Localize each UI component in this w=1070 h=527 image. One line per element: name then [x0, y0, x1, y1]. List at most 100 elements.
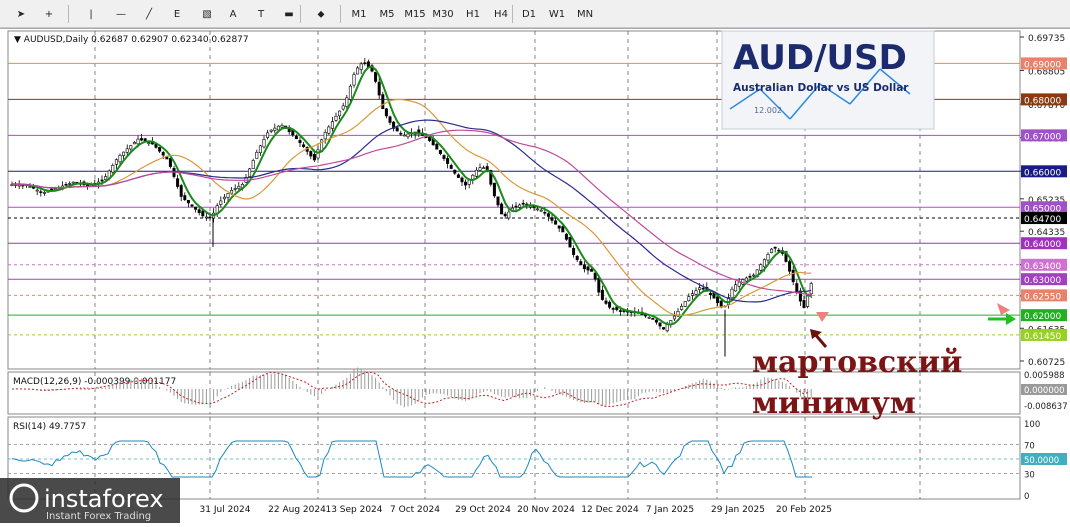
candle-body — [600, 289, 604, 300]
x-axis-label: 12 Dec 2024 — [581, 505, 639, 515]
shapes-icon[interactable]: ⬥ — [310, 3, 332, 25]
timeframe-h1[interactable]: H1 — [460, 3, 486, 25]
crosshair-icon[interactable]: + — [38, 3, 60, 25]
candle-body — [230, 190, 234, 194]
candle-body — [53, 188, 57, 190]
x-axis-label: 13 Sep 2024 — [325, 505, 382, 515]
candle-body — [518, 204, 522, 208]
horizontal-line-icon[interactable]: — — [110, 3, 132, 25]
toolbar-separator — [340, 5, 341, 23]
timeframe-m15[interactable]: M15 — [402, 3, 428, 25]
level-price-label: 0.63000 — [1024, 276, 1061, 286]
fibonacci-icon[interactable]: E — [166, 3, 188, 25]
rectangle-icon[interactable]: ▬ — [278, 3, 300, 25]
candle-body — [687, 296, 691, 302]
chart-canvas[interactable]: 0.697350.688050.678700.669350.660050.652… — [0, 29, 1070, 523]
candle-body — [316, 149, 320, 159]
rsi-tick-label: 50.0000 — [1024, 456, 1059, 466]
timeframe-d1[interactable]: D1 — [516, 3, 542, 25]
candle-body — [492, 182, 496, 197]
candle-body — [161, 152, 165, 156]
candle-body — [759, 264, 763, 271]
candle-body — [716, 296, 720, 304]
toolbar-separator — [300, 5, 301, 23]
rsi-tick-label: 100 — [1024, 420, 1040, 430]
candle-body — [125, 148, 129, 153]
candle-body — [791, 269, 795, 283]
level-price-label: 0.64000 — [1024, 240, 1061, 250]
candle-body — [186, 200, 190, 204]
timeframe-m30[interactable]: M30 — [430, 3, 456, 25]
candle-body — [809, 283, 813, 295]
candle-body — [683, 301, 687, 307]
chart-area[interactable]: 0.697350.688050.678700.669350.660050.652… — [0, 28, 1070, 523]
candle-body — [446, 158, 450, 164]
candle-body — [744, 277, 748, 282]
level-price-label: 0.63400 — [1024, 262, 1061, 272]
trendline-icon[interactable]: ╱ — [138, 3, 160, 25]
candle-body — [50, 188, 54, 191]
toolbar-separator — [68, 5, 69, 23]
candle-body — [147, 142, 151, 145]
macd-tick-label: 0.005988 — [1024, 371, 1065, 381]
level-price-label: 0.68000 — [1024, 96, 1061, 106]
cursor-icon[interactable]: ➤ — [10, 3, 32, 25]
x-axis-label: 22 Aug 2024 — [268, 505, 326, 515]
candle-body — [226, 193, 230, 198]
candle-body — [586, 266, 590, 271]
level-price-label: 0.62000 — [1024, 312, 1061, 322]
candle-body — [528, 205, 532, 208]
candle-body — [647, 317, 651, 319]
candle-body — [662, 327, 666, 330]
candle-body — [770, 248, 774, 253]
candle-body — [579, 261, 583, 266]
candle-body — [777, 249, 781, 252]
candle-body — [345, 97, 349, 107]
candle-body — [395, 127, 399, 132]
timeframe-w1[interactable]: W1 — [544, 3, 570, 25]
candle-body — [503, 213, 507, 217]
candle-body — [604, 300, 608, 304]
banner-subtitle: Australian Dollar vs US Dollar — [733, 82, 909, 94]
candle-body — [478, 167, 482, 171]
channel-icon[interactable]: ▧ — [196, 3, 218, 25]
label-icon[interactable]: T — [250, 3, 272, 25]
candle-body — [402, 134, 406, 137]
axis-tick-label: 0.64335 — [1028, 228, 1065, 238]
candle-body — [269, 129, 273, 132]
candle-body — [140, 138, 144, 141]
candle-body — [136, 138, 140, 145]
macd-label: MACD(12,26,9) -0.000399 0.001177 — [13, 377, 176, 387]
candle-body — [222, 196, 226, 200]
candle-body — [359, 63, 363, 70]
candle-body — [575, 255, 579, 261]
timeframe-m5[interactable]: M5 — [374, 3, 400, 25]
candle-body — [748, 276, 752, 278]
x-axis-label: 31 Jul 2024 — [200, 505, 251, 515]
timeframe-m1[interactable]: M1 — [346, 3, 372, 25]
candle-body — [71, 181, 75, 184]
candle-body — [752, 274, 756, 277]
candle-body — [618, 310, 622, 312]
timeframe-h4[interactable]: H4 — [488, 3, 514, 25]
candle-body — [496, 196, 500, 206]
candle-body — [255, 151, 259, 159]
candle-body — [309, 151, 313, 157]
candle-body — [802, 300, 806, 308]
candle-body — [352, 74, 356, 86]
chart-symbol-header: ▼ AUDUSD,Daily 0.62687 0.62907 0.62340 0… — [14, 35, 249, 45]
rsi-tick-label: 70 — [1024, 442, 1035, 452]
candle-body — [500, 203, 504, 215]
candle-body — [104, 176, 108, 180]
vertical-line-icon[interactable]: | — [80, 3, 102, 25]
candle-body — [561, 226, 565, 233]
text-icon[interactable]: A — [222, 3, 244, 25]
timeframe-mn[interactable]: MN — [572, 3, 598, 25]
candle-body — [438, 150, 442, 154]
candle-body — [132, 142, 136, 145]
candle-body — [734, 284, 738, 292]
candle-body — [111, 165, 115, 173]
candle-body — [168, 158, 172, 167]
rsi-tick-label: 30 — [1024, 470, 1035, 480]
candle-body — [690, 293, 694, 296]
